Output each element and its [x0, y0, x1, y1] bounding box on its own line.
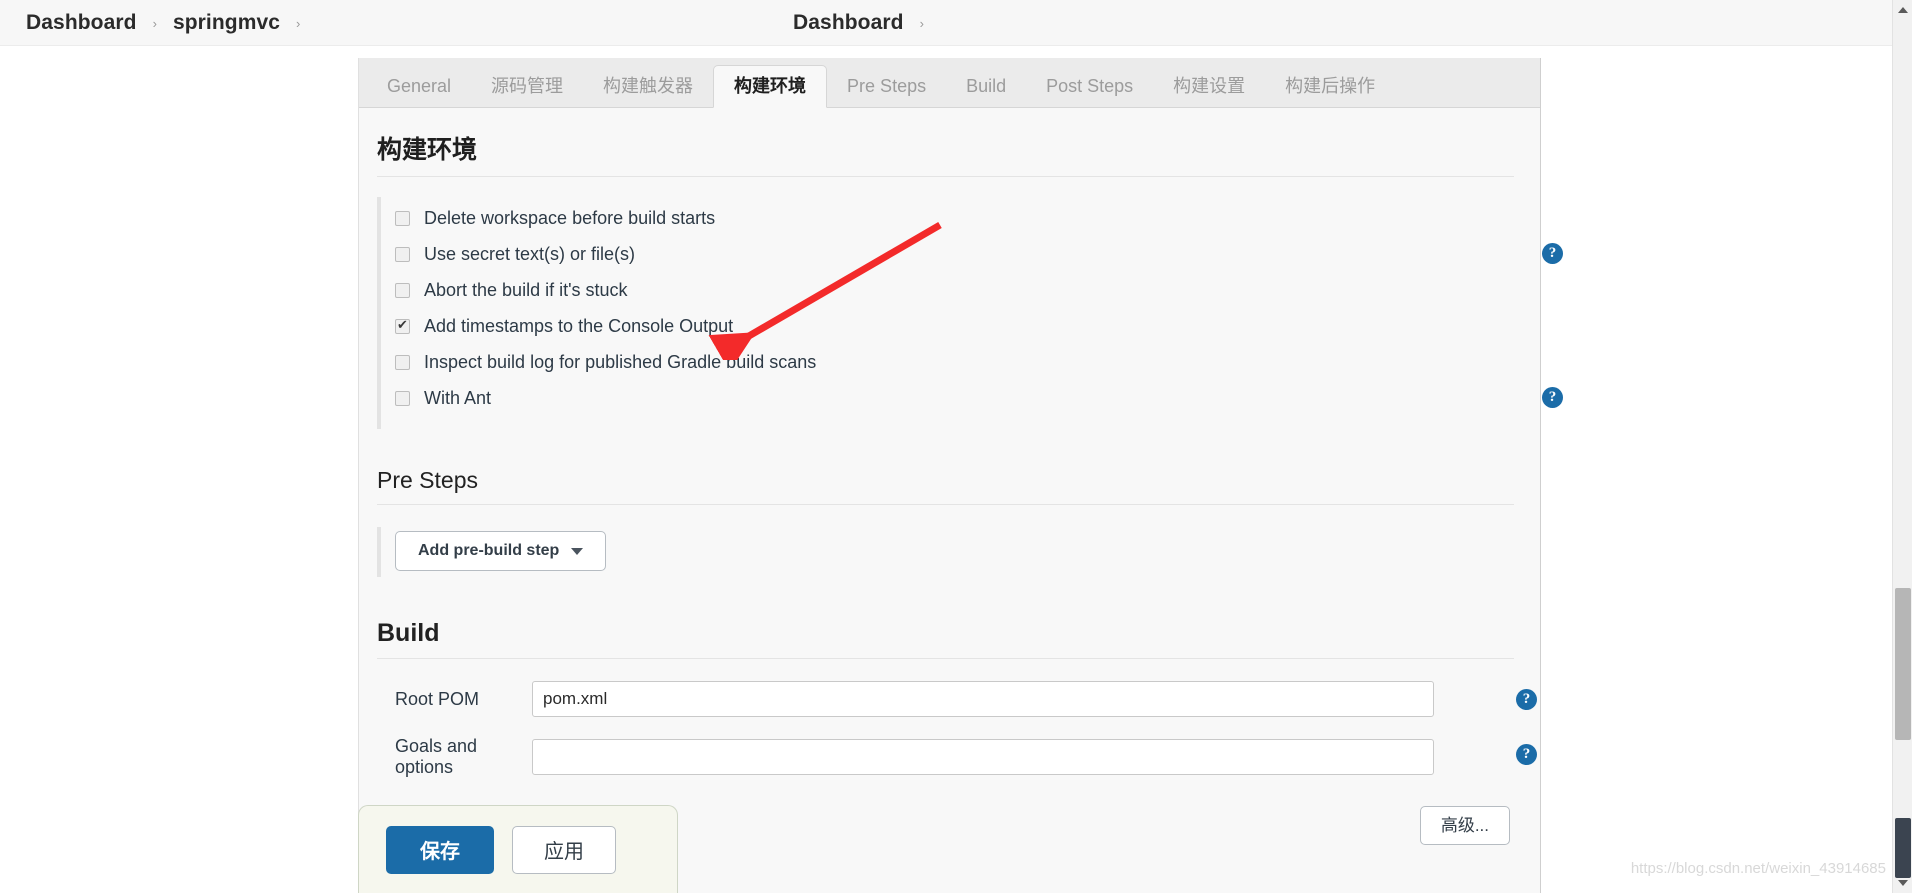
option-label-delete-workspace[interactable]: Delete workspace before build starts — [424, 208, 715, 229]
config-tab-bar: General 源码管理 构建触发器 构建环境 Pre Steps Build … — [359, 58, 1540, 108]
panel-body: 构建环境 Delete workspace before build start… — [359, 108, 1563, 845]
option-label-abort-stuck-build[interactable]: Abort the build if it's stuck — [424, 280, 628, 301]
checkbox-with-ant[interactable] — [395, 391, 410, 406]
tab-post-steps[interactable]: Post Steps — [1026, 65, 1153, 107]
option-row-with-ant[interactable]: With Ant ? — [395, 383, 1563, 414]
apply-button[interactable]: 应用 — [512, 825, 616, 874]
chevron-right-icon: › — [152, 16, 157, 31]
help-icon-root-pom[interactable]: ? — [1516, 689, 1537, 710]
scrollbar-thumb-secondary[interactable] — [1895, 818, 1911, 878]
option-row-delete-workspace[interactable]: Delete workspace before build starts — [395, 203, 1540, 234]
option-label-with-ant[interactable]: With Ant — [424, 388, 491, 409]
pre-steps-actions: Add pre-build step — [377, 527, 607, 577]
section-divider — [377, 658, 1514, 659]
help-icon-with-ant[interactable]: ? — [1542, 387, 1563, 408]
app-root: Dashboard › springmvc › Dashboard › Gene… — [0, 0, 1912, 893]
section-title-build: Build — [377, 619, 440, 647]
config-panel: General 源码管理 构建触发器 构建环境 Pre Steps Build … — [358, 58, 1563, 893]
breadcrumb-center: Dashboard › — [793, 0, 940, 45]
tab-build-environment[interactable]: 构建环境 — [713, 65, 828, 108]
label-root-pom: Root POM — [395, 688, 480, 709]
save-button[interactable]: 保存 — [386, 825, 494, 874]
build-environment-options: Delete workspace before build starts Use… — [377, 197, 1563, 429]
help-icon-goals-and-options[interactable]: ? — [1516, 744, 1537, 765]
watermark-text: https://blog.csdn.net/weixin_43914685 — [1630, 860, 1886, 877]
breadcrumb-item-dashboard[interactable]: Dashboard — [26, 11, 137, 35]
option-row-inspect-gradle-scans[interactable]: Inspect build log for published Gradle b… — [395, 347, 1540, 378]
breadcrumb-left: Dashboard › springmvc › — [26, 0, 316, 45]
chevron-right-icon: › — [919, 16, 924, 31]
breadcrumb-center-item-dashboard[interactable]: Dashboard — [793, 11, 904, 35]
option-row-add-timestamps[interactable]: Add timestamps to the Console Output — [395, 311, 1540, 342]
scroll-up-arrow-icon[interactable] — [1893, 0, 1912, 20]
chevron-right-icon: › — [296, 16, 301, 31]
section-build-environment: 构建环境 Delete workspace before build start… — [359, 130, 1563, 429]
option-label-add-timestamps[interactable]: Add timestamps to the Console Output — [424, 316, 733, 337]
tab-build-triggers[interactable]: 构建触发器 — [583, 65, 713, 107]
option-row-abort-stuck-build[interactable]: Abort the build if it's stuck — [395, 275, 1540, 306]
form-row-goals-and-options: Goals and options ? — [377, 736, 1540, 778]
form-row-root-pom: Root POM ? — [377, 681, 1540, 717]
checkbox-abort-stuck-build[interactable] — [395, 283, 410, 298]
label-goals-and-options: Goals and options — [395, 736, 478, 777]
section-title-build-environment: 构建环境 — [377, 136, 478, 164]
section-divider — [377, 176, 1514, 177]
form-action-bar: 保存 应用 — [358, 805, 678, 893]
checkbox-inspect-gradle-scans[interactable] — [395, 355, 410, 370]
checkbox-use-secret-text[interactable] — [395, 247, 410, 262]
tab-source-management[interactable]: 源码管理 — [471, 65, 583, 107]
advanced-button[interactable]: 高级... — [1419, 806, 1510, 845]
option-label-use-secret-text[interactable]: Use secret text(s) or file(s) — [424, 244, 635, 265]
tab-post-build-actions[interactable]: 构建后操作 — [1265, 65, 1395, 107]
tab-pre-steps[interactable]: Pre Steps — [827, 65, 946, 107]
help-icon-use-secret-text[interactable]: ? — [1542, 243, 1563, 264]
scroll-down-arrow-icon[interactable] — [1893, 873, 1912, 893]
input-goals-and-options[interactable] — [532, 739, 1434, 775]
tab-build[interactable]: Build — [946, 65, 1026, 107]
add-pre-build-step-button[interactable]: Add pre-build step — [395, 531, 607, 571]
option-row-use-secret-text[interactable]: Use secret text(s) or file(s) ? — [395, 239, 1563, 270]
breadcrumb-item-springmvc[interactable]: springmvc — [173, 11, 280, 35]
section-title-pre-steps: Pre Steps — [377, 467, 478, 493]
checkbox-delete-workspace[interactable] — [395, 211, 410, 226]
option-label-inspect-gradle-scans[interactable]: Inspect build log for published Gradle b… — [424, 352, 816, 373]
vertical-scrollbar[interactable] — [1892, 0, 1912, 893]
input-root-pom[interactable] — [532, 681, 1434, 717]
breadcrumb-bar: Dashboard › springmvc › Dashboard › — [0, 0, 1892, 46]
tab-build-settings[interactable]: 构建设置 — [1153, 65, 1265, 107]
section-pre-steps: Pre Steps Add pre-build step — [359, 467, 1540, 577]
section-divider — [377, 504, 1514, 505]
scrollbar-thumb[interactable] — [1895, 588, 1911, 740]
add-pre-build-step-label: Add pre-build step — [418, 542, 560, 559]
checkbox-add-timestamps[interactable] — [395, 317, 410, 334]
tab-general[interactable]: General — [367, 65, 471, 107]
chevron-down-icon — [571, 547, 584, 555]
